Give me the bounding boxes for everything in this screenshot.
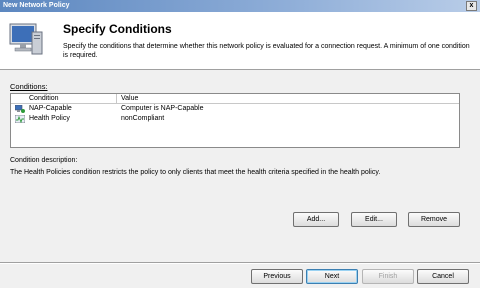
condition-description-text: The Health Policies condition restricts … [10, 169, 381, 176]
remove-button[interactable]: Remove [408, 212, 460, 227]
edit-button[interactable]: Edit... [351, 212, 397, 227]
health-policy-icon [15, 115, 25, 123]
condition-name: Health Policy [29, 115, 70, 122]
close-button[interactable]: x [466, 1, 477, 11]
computer-monitor-icon [9, 23, 43, 55]
conditions-list[interactable]: Condition Value NAP-Capable Computer is … [10, 93, 460, 148]
conditions-header-row: Condition Value [11, 94, 459, 104]
page-title: Specify Conditions [63, 22, 172, 36]
finish-button[interactable]: Finish [362, 269, 414, 284]
condition-value: Computer is NAP-Capable [121, 105, 204, 112]
window-title: New Network Policy [3, 2, 70, 9]
condition-name: NAP-Capable [29, 105, 72, 112]
condition-row[interactable]: Health Policy nonCompliant [11, 114, 459, 124]
page-description: Specify the conditions that determine wh… [63, 43, 470, 59]
column-header-value[interactable]: Value [117, 94, 459, 103]
conditions-label: Conditions: [10, 82, 48, 91]
previous-button[interactable]: Previous [251, 269, 303, 284]
footer-divider [0, 262, 480, 264]
wizard-header: Specify Conditions Specify the condition… [0, 12, 480, 70]
cancel-button[interactable]: Cancel [417, 269, 469, 284]
column-header-condition[interactable]: Condition [11, 94, 117, 103]
condition-description-label: Condition description: [10, 157, 78, 164]
title-bar: New Network Policy x [0, 0, 480, 12]
condition-value: nonCompliant [121, 115, 165, 122]
condition-row[interactable]: NAP-Capable Computer is NAP-Capable [11, 104, 459, 114]
nap-capable-icon [15, 105, 25, 113]
add-button[interactable]: Add... [293, 212, 339, 227]
next-button[interactable]: Next [306, 269, 358, 284]
